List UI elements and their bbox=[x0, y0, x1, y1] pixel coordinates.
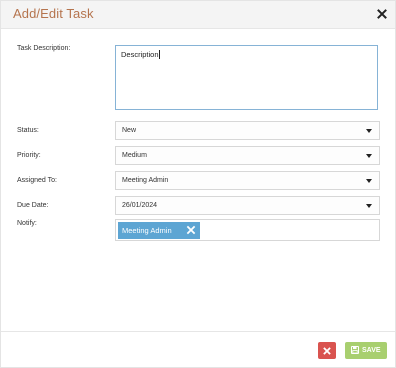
save-button[interactable]: SAVE bbox=[345, 342, 387, 359]
text-caret bbox=[158, 50, 160, 59]
chevron-down-icon bbox=[366, 179, 372, 183]
notify-tag: Meeting Admin bbox=[118, 222, 200, 239]
remove-tag-icon[interactable] bbox=[186, 225, 196, 235]
notify-tag-label: Meeting Admin bbox=[122, 226, 172, 235]
task-description-value: Description bbox=[121, 50, 159, 59]
assigned-to-label: Assigned To: bbox=[17, 177, 57, 184]
footer-divider bbox=[1, 331, 395, 332]
priority-label: Priority: bbox=[17, 152, 41, 159]
due-date-value: 26/01/2024 bbox=[122, 202, 158, 209]
assigned-to-value: Meeting Admin bbox=[122, 177, 169, 184]
chevron-down-icon bbox=[366, 204, 372, 208]
priority-select[interactable]: Medium bbox=[115, 146, 380, 165]
cancel-x-icon bbox=[323, 346, 331, 355]
close-icon[interactable] bbox=[375, 7, 389, 21]
task-dialog: Add/Edit Task Task Description: Descript… bbox=[0, 0, 396, 368]
dialog-header: Add/Edit Task bbox=[1, 1, 395, 29]
notify-label: Notify: bbox=[17, 220, 37, 227]
assigned-to-select[interactable]: Meeting Admin bbox=[115, 171, 380, 190]
due-date-select[interactable]: 26/01/2024 bbox=[115, 196, 380, 215]
chevron-down-icon bbox=[366, 129, 372, 133]
priority-value: Medium bbox=[122, 152, 147, 159]
floppy-disk-icon bbox=[351, 346, 359, 354]
task-description-textarea[interactable]: Description bbox=[115, 45, 378, 110]
due-date-label: Due Date: bbox=[17, 202, 49, 209]
cancel-button[interactable] bbox=[318, 342, 336, 359]
status-label: Status: bbox=[17, 127, 39, 134]
dialog-title: Add/Edit Task bbox=[13, 6, 94, 21]
save-label: SAVE bbox=[362, 346, 381, 354]
status-value: New bbox=[122, 127, 137, 134]
task-description-label: Task Description: bbox=[17, 45, 71, 52]
chevron-down-icon bbox=[366, 154, 372, 158]
notify-input[interactable]: Meeting Admin bbox=[115, 219, 380, 241]
status-select[interactable]: New bbox=[115, 121, 380, 140]
